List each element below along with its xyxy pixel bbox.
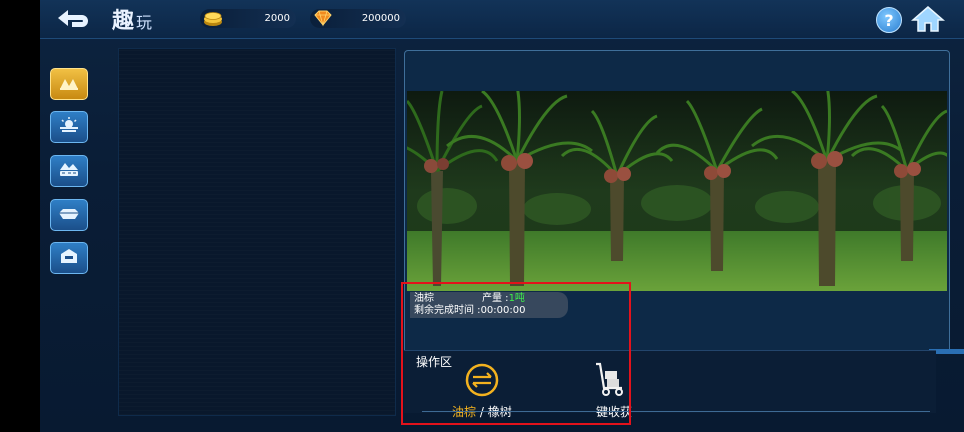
gem-counter: 200000 (310, 9, 406, 28)
plantation-icon (58, 74, 80, 94)
left-panel (118, 48, 396, 416)
switch-crop-separator: / (479, 405, 484, 419)
oil-palm-scene (407, 91, 947, 291)
yield-label: 产量 : (482, 293, 509, 304)
crop-info: 油棕 产量 : 1吨 剩余完成时间 :00:00:00 (410, 292, 568, 318)
gem-value: 200000 (361, 13, 400, 24)
remaining-time-value: 00:00:00 (480, 305, 526, 316)
hand-truck-icon (588, 361, 628, 401)
help-icon[interactable]: ? (876, 7, 902, 33)
tray-icon (57, 206, 81, 225)
crop-view-panel: 油棕 产量 : 1吨 剩余完成时间 :00:00:00 (404, 50, 950, 354)
operation-divider (422, 411, 930, 412)
switch-crop-other: 橡树 (487, 405, 512, 419)
top-bar: 趣 玩 2000 200000 ? (40, 0, 964, 39)
yield-value: 1吨 (508, 293, 525, 304)
swap-arrows-icon (462, 363, 502, 401)
sidebar-item-plantation[interactable] (50, 68, 88, 100)
switch-crop-current: 油棕 (452, 405, 477, 419)
game-screen: 趣 玩 2000 200000 ? 油棕 产量: 1吨 剩余完成时间:00:… (40, 0, 964, 432)
operation-panel: 操作区 油棕 / 橡树 一键收获 (404, 350, 936, 419)
gem-icon (312, 8, 334, 28)
home-icon[interactable] (910, 5, 946, 33)
operation-title: 操作区 (416, 355, 453, 369)
storage-icon (59, 247, 79, 269)
gold-coins-icon (202, 8, 224, 28)
gold-counter: 2000 (200, 9, 296, 28)
sidebar-item-pond[interactable] (50, 155, 88, 187)
remaining-time-label: 剩余完成时间 : (414, 305, 481, 316)
sidebar-item-farm[interactable] (50, 111, 88, 143)
sidebar-item-storage[interactable] (50, 242, 88, 274)
app-title-main: 趣 (112, 8, 135, 34)
pond-icon (58, 160, 80, 182)
app-title-sub: 玩 (136, 13, 153, 32)
sidebar-item-tray[interactable] (50, 199, 88, 231)
crop-name: 油棕 (414, 293, 434, 304)
gold-value: 2000 (264, 13, 290, 24)
app-title: 趣 玩 (112, 5, 153, 34)
sunrise-farm-icon (58, 116, 80, 138)
back-icon[interactable] (54, 6, 94, 32)
